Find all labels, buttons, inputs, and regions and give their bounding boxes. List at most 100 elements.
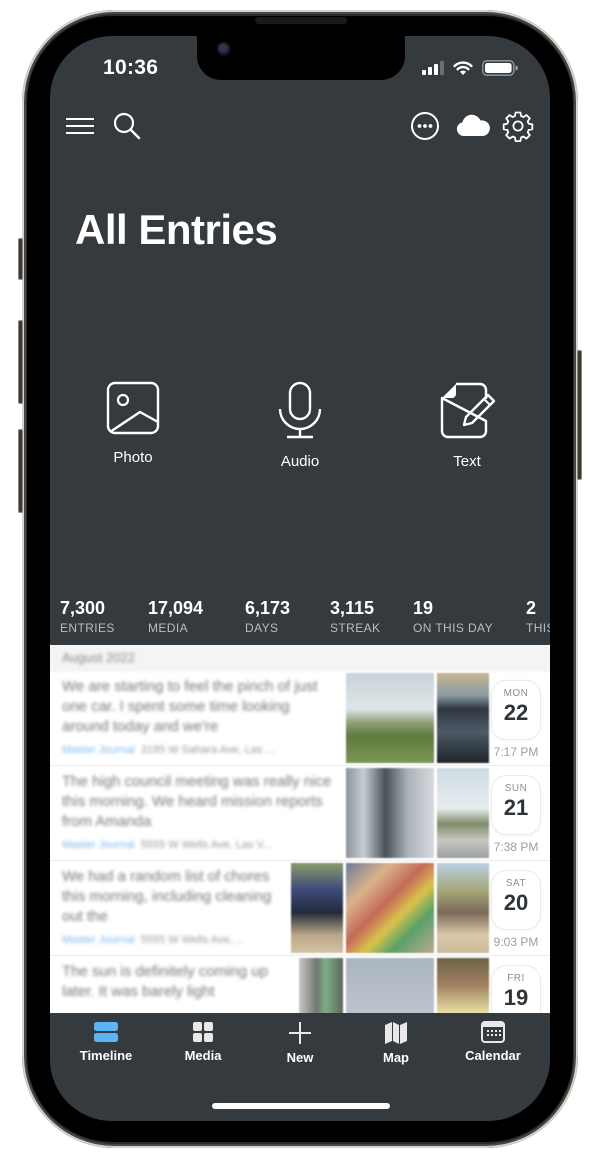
media-grid-icon: [193, 1022, 213, 1042]
entry-time: 7:17 PM: [493, 745, 539, 759]
tab-bar: Timeline Media New Map Calendar: [50, 1013, 550, 1121]
status-icons: [422, 60, 518, 76]
tab-calendar[interactable]: Calendar: [453, 1021, 533, 1063]
day-of-week: SUN: [504, 783, 528, 794]
menu-icon: [66, 118, 94, 134]
earpiece-speaker: [255, 17, 347, 24]
entry-meta: Master Journal 5555 W Wells Ave, ...: [62, 934, 277, 946]
calendar-icon: [481, 1021, 505, 1043]
text-label: Text: [453, 453, 481, 470]
stat-label: MEDIA: [148, 621, 189, 635]
date-badge: SUN 21: [492, 776, 540, 834]
entry-time: 7:38 PM: [493, 840, 539, 854]
day-of-week: FRI: [507, 973, 525, 984]
stat-label: STREAK: [330, 621, 381, 635]
battery-icon: [482, 60, 518, 76]
day-number: 20: [503, 890, 529, 915]
entry-meta: Master Journal 3185 W Sahara Ave, Las ...: [62, 744, 332, 756]
photo-icon: [106, 381, 160, 435]
day-number: 21: [503, 795, 529, 820]
power-button: [577, 350, 582, 480]
settings-button[interactable]: [502, 110, 534, 142]
plus-icon: [289, 1022, 311, 1044]
stat-value: 17,094: [148, 598, 204, 618]
home-indicator[interactable]: [212, 1103, 390, 1109]
day-number: 22: [503, 700, 529, 725]
journal-name: Master Journal: [62, 839, 135, 851]
day-of-week: SAT: [505, 878, 527, 889]
quick-actions: Photo Audio Text: [50, 381, 550, 481]
tab-media[interactable]: Media: [163, 1021, 243, 1063]
timeline-list[interactable]: August 2022 We are starting to feel the …: [50, 645, 550, 1049]
stat-on-this-day[interactable]: 19 ON THIS DAY: [413, 598, 493, 635]
new-audio-entry-button[interactable]: Audio: [245, 381, 355, 470]
entry-meta: Master Journal 5555 W Wells Ave, Las V...: [62, 839, 332, 851]
tab-label: Calendar: [465, 1048, 521, 1063]
stat-label: ENTRIES: [60, 621, 115, 635]
top-toolbar: [50, 106, 550, 146]
tab-label: Timeline: [79, 1048, 133, 1063]
tab-timeline[interactable]: Timeline: [66, 1021, 146, 1063]
cloud-sync-icon: [456, 114, 490, 136]
stat-streak[interactable]: 3,115 STREAK: [330, 598, 380, 635]
entry-text: The sun is definitely coming up later. I…: [62, 962, 277, 1002]
more-icon: [411, 112, 439, 140]
front-camera: [217, 42, 231, 56]
photo-thumbnail: [437, 768, 489, 858]
stat-label: ON THIS DAY: [413, 621, 493, 635]
date-badge: SAT 20: [492, 871, 540, 929]
tab-label: Map: [383, 1050, 409, 1065]
date-badge: MON 22: [492, 681, 540, 739]
tab-map[interactable]: Map: [356, 1021, 436, 1065]
new-text-entry-button[interactable]: Text: [412, 381, 522, 470]
tab-new[interactable]: New: [260, 1021, 340, 1065]
entry-location: 3185 W Sahara Ave, Las ...: [140, 744, 275, 756]
silent-switch: [18, 238, 23, 280]
more-button[interactable]: [409, 110, 441, 142]
new-photo-entry-button[interactable]: Photo: [78, 381, 188, 466]
search-icon: [113, 112, 141, 140]
search-button[interactable]: [111, 110, 143, 142]
day-number: 19: [503, 985, 529, 1010]
photo-thumbnail: [291, 863, 343, 953]
photo-thumbnail: [346, 863, 434, 953]
stat-this[interactable]: 2 THIS: [526, 598, 550, 635]
volume-down-button: [18, 429, 23, 513]
cloud-sync-button[interactable]: [455, 110, 491, 142]
list-item[interactable]: The high council meeting was really nice…: [50, 766, 550, 861]
list-item[interactable]: We had a random list of chores this morn…: [50, 861, 550, 956]
stat-value: 3,115: [330, 598, 375, 618]
photo-thumbnail: [437, 863, 489, 953]
entry-body: We are starting to feel the pinch of jus…: [62, 678, 318, 735]
notch: [197, 36, 405, 80]
entry-text: We had a random list of chores this morn…: [62, 867, 277, 946]
entry-location: 5555 W Wells Ave, ...: [140, 934, 245, 946]
photo-label: Photo: [113, 449, 153, 466]
entry-body: The sun is definitely coming up later. I…: [62, 963, 268, 1000]
entry-date: MON 22 7:17 PM: [488, 671, 544, 766]
journal-name: Master Journal: [62, 934, 135, 946]
timeline-icon: [94, 1022, 118, 1042]
wifi-icon: [453, 60, 473, 75]
entry-location: 5555 W Wells Ave, Las V...: [140, 839, 273, 851]
stat-entries[interactable]: 7,300 ENTRIES: [60, 598, 115, 635]
stat-label: DAYS: [245, 621, 279, 635]
photo-thumbnail: [437, 673, 489, 763]
volume-up-button: [18, 320, 23, 404]
audio-label: Audio: [280, 453, 320, 470]
entry-body: The high council meeting was really nice…: [62, 773, 332, 830]
day-of-week: MON: [503, 688, 529, 699]
screen: 10:36 All Entries Photo Audio Text 7,300…: [50, 36, 550, 1121]
menu-button[interactable]: [64, 110, 96, 142]
stat-value: 19: [413, 598, 434, 618]
microphone-icon: [278, 381, 322, 439]
map-icon: [385, 1022, 407, 1044]
stat-media[interactable]: 17,094 MEDIA: [148, 598, 203, 635]
tab-label: New: [286, 1050, 314, 1065]
entry-date: SAT 20 9:03 PM: [488, 861, 544, 956]
entry-body: We had a random list of chores this morn…: [62, 868, 272, 925]
list-item[interactable]: We are starting to feel the pinch of jus…: [50, 671, 550, 766]
stat-days[interactable]: 6,173 DAYS: [245, 598, 290, 635]
entry-photos: [291, 863, 489, 953]
stat-value: 2: [526, 598, 537, 618]
